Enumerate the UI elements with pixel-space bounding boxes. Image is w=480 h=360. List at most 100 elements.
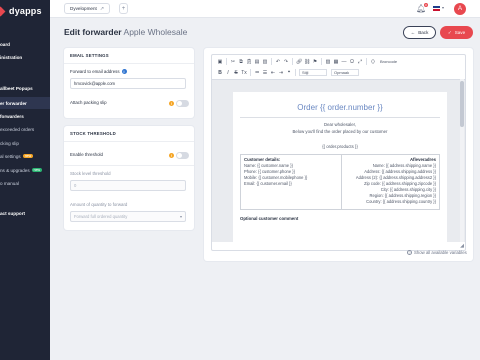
shipping-line: Address: {{ address.shipping.address }} (364, 169, 436, 174)
notifications-button[interactable]: 🔔︎ 0 (416, 3, 428, 14)
blockquote-icon[interactable]: ❝ (286, 70, 292, 76)
stock-level-label: Stock level threshold (70, 171, 111, 176)
customer-line: Phone: {{ customer.phone }} (244, 169, 295, 174)
editor-toolbar-bottom: B I S Tx ≔ ☰ ⇤ ⇥ ❝ Stijl Opmaak (212, 67, 359, 78)
anchor-icon[interactable]: ⚑ (312, 59, 318, 65)
editor-toolbar-top: ▣ ✂ ⧉ 📋︎ ▤ ▥ ↶ ↷ 🔗︎ ⛓ ⚑ ▨ ▦ ― Ω ⤢ ⟨⟩ Bro… (212, 56, 397, 67)
table-icon[interactable]: ▦ (333, 59, 339, 65)
sidebar-item-plans-upgrades[interactable]: ns & upgrades new (0, 164, 50, 176)
back-button-label: Back (418, 30, 429, 35)
show-variables-link[interactable]: ? Show all available variables (407, 250, 467, 255)
paste-icon[interactable]: 📋︎ (246, 59, 252, 65)
italic-icon[interactable]: I (225, 70, 231, 76)
editor-scrollbar[interactable] (460, 79, 464, 242)
add-store-button[interactable]: + (119, 3, 128, 14)
uk-flag-icon[interactable] (433, 6, 440, 11)
email-settings-card: EMAIL SETTINGS Forward to email address … (64, 48, 194, 118)
card-title: EMAIL SETTINGS (70, 53, 109, 58)
new-badge: new (31, 168, 43, 172)
sidebar-item-manual[interactable]: o manual (0, 177, 50, 189)
strikethrough-icon[interactable]: S (233, 70, 239, 76)
horizontal-line-icon[interactable]: ― (341, 59, 347, 65)
shipping-line: Name: {{ address.shipping.name }} (372, 163, 436, 168)
sidebar-item-packing-slip[interactable]: cking slip (0, 137, 50, 149)
outdent-icon[interactable]: ⇤ (270, 70, 276, 76)
external-link-icon: ↗ (99, 5, 105, 12)
unlink-icon[interactable]: ⛓ (304, 59, 310, 65)
stock-level-input[interactable]: 0 (70, 180, 186, 191)
source-code-icon[interactable]: ⟨⟩ (370, 59, 376, 65)
sidebar-item-order-forwarder[interactable]: er forwarder (0, 97, 50, 109)
amount-label: Amount of quantity to forward (70, 202, 127, 207)
avatar[interactable]: A (454, 3, 466, 15)
sidebar: dyapps oard inistration allbeet Popups e… (0, 0, 50, 360)
chevron-down-icon: ▾ (179, 214, 182, 219)
attach-packing-slip-toggle[interactable] (176, 100, 189, 107)
warning-icon[interactable]: ! (169, 153, 174, 158)
resize-handle-icon[interactable]: ◢ (460, 243, 464, 249)
style-select[interactable]: Stijl (299, 69, 327, 76)
clear-format-icon[interactable]: Tx (241, 70, 247, 76)
sidebar-item-exceeded-orders[interactable]: exceeded orders (0, 123, 50, 135)
customer-line: Email: {{ customer.email }} (244, 181, 292, 186)
bullet-list-icon[interactable]: ☰ (262, 70, 268, 76)
divider (64, 63, 194, 64)
format-select[interactable]: Opmaak (331, 69, 359, 76)
sidebar-item-popups[interactable]: allbeet Popups (0, 82, 50, 94)
redo-icon[interactable]: ↷ (283, 59, 289, 65)
source-code-button[interactable]: Broncode (380, 59, 397, 64)
toolbar-separator (226, 58, 227, 65)
save-button[interactable]: ✓ Save (440, 26, 473, 39)
indent-icon[interactable]: ⇥ (278, 70, 284, 76)
link-icon[interactable]: 🔗︎ (296, 59, 302, 65)
warning-icon[interactable]: ! (169, 101, 174, 106)
forward-email-label-text: Forward to email address (70, 69, 120, 74)
details-table: Customer details: Name: {{ customer.name… (240, 154, 440, 210)
chevron-down-icon[interactable]: ▾ (442, 5, 444, 10)
source-icon[interactable]: ▣ (217, 59, 223, 65)
cut-icon[interactable]: ✂ (230, 59, 236, 65)
forward-email-label: Forward to email address i (70, 69, 127, 74)
sidebar-item-label: allbeet Popups (0, 85, 33, 91)
email-title: Order {{ order.number }} (297, 103, 383, 112)
logo-text: dyapps (9, 6, 42, 16)
amount-select[interactable]: Forward full ordered quantity ▾ (70, 211, 186, 222)
image-icon[interactable]: ▨ (325, 59, 331, 65)
info-icon[interactable]: i (121, 69, 127, 74)
logo[interactable]: dyapps (0, 4, 42, 18)
back-button[interactable]: ← Back (403, 26, 436, 39)
forward-email-input[interactable]: hmcovick@apple.com (70, 78, 186, 89)
paste-word-icon[interactable]: ▥ (262, 59, 268, 65)
sidebar-item-label: er forwarder (0, 100, 27, 106)
maximize-icon[interactable]: ⤢ (357, 59, 363, 65)
divider (240, 117, 440, 118)
arrow-left-icon: ← (410, 30, 416, 35)
numbered-list-icon[interactable]: ≔ (254, 70, 260, 76)
email-products-placeholder: {{ order.products }} (322, 144, 358, 149)
sidebar-item-contact-support[interactable]: act support (0, 207, 50, 219)
customer-comment-title: Optional customer comment (240, 216, 299, 221)
sidebar-item-forwarders[interactable]: forwarders (0, 110, 50, 122)
shipping-line: Country: {{ address.shipping.country }} (366, 199, 436, 204)
rich-text-editor: ▣ ✂ ⧉ 📋︎ ▤ ▥ ↶ ↷ 🔗︎ ⛓ ⚑ ▨ ▦ ― Ω ⤢ ⟨⟩ Bro… (211, 54, 466, 251)
paste-text-icon[interactable]: ▤ (254, 59, 260, 65)
shipping-address-title: Afleveradres (409, 157, 436, 162)
copy-icon[interactable]: ⧉ (238, 59, 244, 65)
editor-content-area[interactable]: Order {{ order.number }} Dear wholesaler… (212, 79, 465, 242)
page-title: Edit forwarder Apple Wholesale (64, 27, 187, 37)
bold-icon[interactable]: B (217, 70, 223, 76)
sidebar-item-label: forwarders (0, 113, 24, 119)
sidebar-item-general-settings[interactable]: al settings new (0, 150, 50, 162)
scrollbar-thumb[interactable] (460, 81, 464, 127)
store-selector[interactable]: Dyvelopment ↗ (64, 3, 111, 14)
undo-icon[interactable]: ↶ (275, 59, 281, 65)
page-title-main: Edit forwarder (64, 27, 122, 37)
stock-threshold-card: STOCK THRESHOLD Enable threshold ! Stock… (64, 126, 194, 230)
sidebar-item-dashboard[interactable]: oard (0, 38, 50, 50)
shipping-line: City: {{ address.shipping.city }} (380, 187, 436, 192)
special-char-icon[interactable]: Ω (349, 59, 355, 65)
stock-level-label-text: Stock level threshold (70, 171, 111, 176)
toolbar-separator (321, 58, 322, 65)
sidebar-item-administration[interactable]: inistration (0, 51, 50, 63)
enable-threshold-toggle[interactable] (176, 152, 189, 159)
